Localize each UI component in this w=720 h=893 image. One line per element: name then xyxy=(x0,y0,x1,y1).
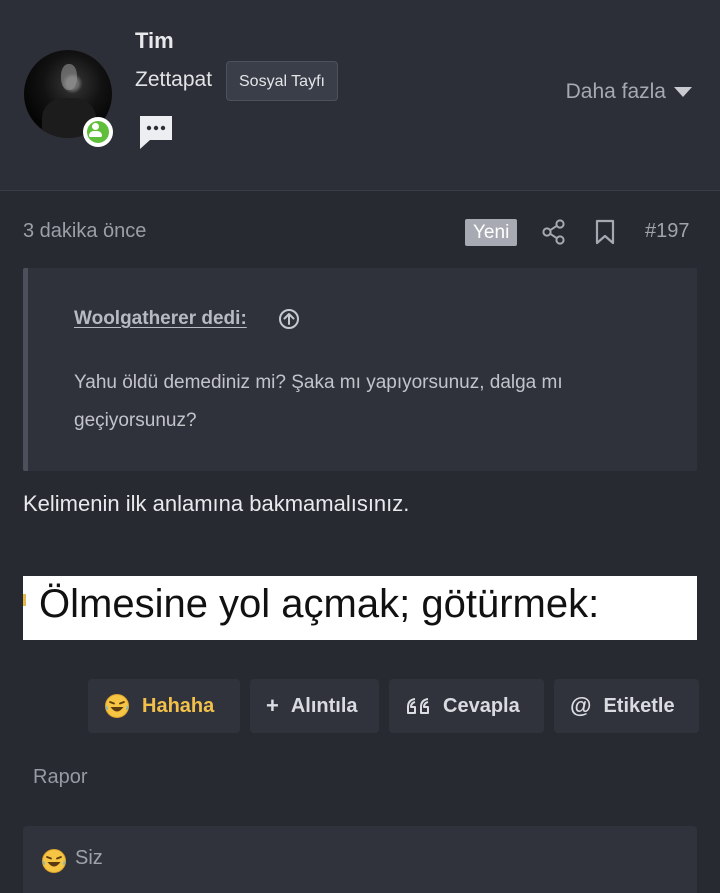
react-hahaha-label: Hahaha xyxy=(142,694,215,717)
report-link[interactable]: Rapor xyxy=(33,766,87,789)
username[interactable]: Tim xyxy=(135,28,174,54)
quote-text: Yahu öldü demediniz mi? Şaka mı yapıyors… xyxy=(74,372,563,431)
quote-marks-icon xyxy=(407,698,429,714)
post-image[interactable]: Ölmesine yol açmak; götürmek: xyxy=(23,576,697,640)
reply-button-label: Cevapla xyxy=(443,694,520,717)
laughing-emoji-icon xyxy=(42,849,66,873)
more-label: Daha fazla xyxy=(565,80,666,103)
member-header: Tim Zettapat Sosyal Tayfı Daha fazla xyxy=(0,0,720,191)
post-number[interactable]: #197 xyxy=(645,220,690,243)
react-hahaha-button[interactable]: Hahaha xyxy=(88,679,240,733)
quote-author-link[interactable]: Woolgatherer dedi: xyxy=(74,308,247,330)
at-sign-icon: @ xyxy=(570,693,592,718)
tag-button-label: Etiketle xyxy=(603,694,675,717)
share-icon[interactable] xyxy=(541,219,567,245)
quote-button[interactable]: + Alıntıla xyxy=(250,679,379,733)
more-menu-button[interactable]: Daha fazla xyxy=(566,80,692,104)
avatar-face xyxy=(61,64,77,90)
quote-button-label: Alıntıla xyxy=(290,694,358,717)
bookmark-icon[interactable] xyxy=(593,219,617,245)
online-status-icon xyxy=(83,117,113,147)
chevron-down-icon xyxy=(674,87,692,97)
quote-block: Woolgatherer dedi: Yahu öldü demediniz m… xyxy=(23,268,697,471)
user-title: Zettapat xyxy=(135,68,213,91)
reactions-bar[interactable]: Siz xyxy=(23,826,697,893)
reply-button[interactable]: Cevapla xyxy=(389,679,544,733)
reactions-users[interactable]: Siz xyxy=(75,847,103,870)
post-body: Kelimenin ilk anlamına bakmamalısınız. xyxy=(23,491,410,516)
post-actions: Hahaha + Alıntıla Cevapla @ Etiketle xyxy=(88,679,699,733)
post-image-text: Ölmesine yol açmak; götürmek: xyxy=(39,582,600,626)
laughing-emoji-icon xyxy=(105,694,129,718)
post-timestamp[interactable]: 3 dakika önce xyxy=(23,220,146,243)
tag-button[interactable]: @ Etiketle xyxy=(554,679,699,733)
user-banner-badge: Sosyal Tayfı xyxy=(226,61,338,101)
message-icon[interactable] xyxy=(138,114,174,150)
plus-icon: + xyxy=(266,693,279,718)
arrow-up-circle-icon[interactable] xyxy=(278,308,300,330)
new-badge: Yeni xyxy=(465,219,518,246)
